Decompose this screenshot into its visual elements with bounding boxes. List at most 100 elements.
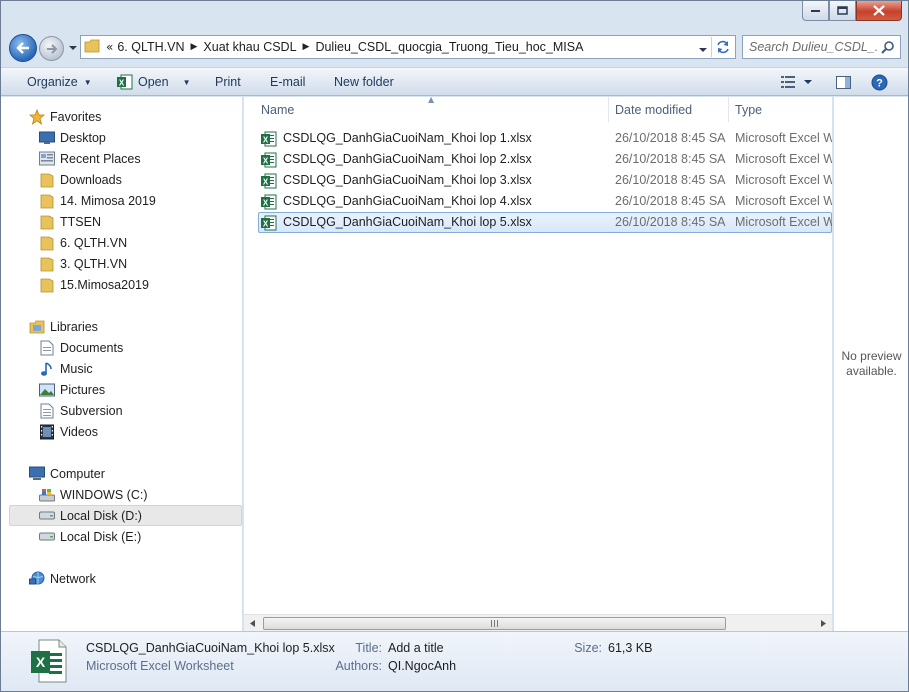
file-name: CSDLQG_DanhGiaCuoiNam_Khoi lop 1.xlsx [283,131,532,145]
nav-item-downloads[interactable]: Downloads [1,169,242,190]
file-date: 26/10/2018 8:45 SA [615,152,726,166]
close-button[interactable] [856,1,902,21]
column-divider[interactable] [608,97,609,122]
organize-label: Organize [27,75,78,89]
preview-pane-button[interactable] [833,72,853,92]
libraries-icon [29,319,45,335]
nav-drive-d[interactable]: Local Disk (D:) [9,505,242,526]
nav-item-ttsen[interactable]: TTSEN [1,211,242,232]
open-button[interactable]: X Open ▼ [117,68,191,96]
breadcrumb-overflow[interactable]: « [106,40,113,54]
nav-item-subversion[interactable]: Subversion [1,400,242,421]
address-bar[interactable]: « 6. QLTH.VN ▶ Xuat khau CSDL ▶ Dulieu_C… [80,35,736,59]
nav-item-videos[interactable]: Videos [1,421,242,442]
column-header-name[interactable]: Name [261,97,608,122]
nav-item-desktop[interactable]: Desktop [1,127,242,148]
breadcrumb-separator-icon[interactable]: ▶ [301,42,312,52]
details-file-kind: Microsoft Excel Worksheet [86,659,234,673]
email-button[interactable]: E-mail [270,68,305,96]
details-file-name: CSDLQG_DanhGiaCuoiNam_Khoi lop 5.xlsx [86,641,335,655]
chevron-down-icon[interactable]: ▼ [183,78,191,87]
nav-item-15-mimosa[interactable]: 15.Mimosa2019 [1,274,242,295]
nav-network[interactable]: Network [1,568,242,589]
organize-button[interactable]: Organize ▼ [27,68,92,96]
file-row[interactable]: X CSDLQG_DanhGiaCuoiNam_Khoi lop 2.xlsx … [258,149,832,170]
file-name: CSDLQG_DanhGiaCuoiNam_Khoi lop 5.xlsx [283,215,532,229]
subversion-icon [39,403,55,419]
nav-item-mimosa-2019[interactable]: 14. Mimosa 2019 [1,190,242,211]
minimize-button[interactable] [802,1,829,21]
refresh-button[interactable] [711,37,733,57]
breadcrumb-item[interactable]: 6. QLTH.VN [113,40,188,54]
recent-pages-dropdown[interactable] [67,41,79,55]
file-date: 26/10/2018 8:45 SA [615,215,726,229]
excel-file-icon: X [261,131,277,150]
open-label: Open [138,75,169,89]
chevron-down-icon [804,79,812,84]
column-divider[interactable] [728,97,729,122]
details-title-value[interactable]: Add a title [388,641,444,655]
change-view-button[interactable] [779,72,797,92]
search-input[interactable] [749,40,877,54]
breadcrumb-item[interactable]: Dulieu_CSDL_quocgia_Truong_Tieu_hoc_MISA [311,40,587,54]
nav-libraries[interactable]: Libraries [1,316,242,337]
breadcrumb-item[interactable]: Xuat khau CSDL [199,40,300,54]
nav-drive-e[interactable]: Local Disk (E:) [1,526,242,547]
minimize-icon [810,9,820,12]
horizontal-scrollbar[interactable] [244,614,832,631]
new-folder-button[interactable]: New folder [334,68,394,96]
file-type: Microsoft Excel W... [735,194,832,208]
address-dropdown-button[interactable] [699,42,707,56]
file-row[interactable]: X CSDLQG_DanhGiaCuoiNam_Khoi lop 3.xlsx … [258,170,832,191]
details-size-label: Size: [574,641,602,655]
scroll-right-button[interactable] [815,615,832,632]
no-preview-message: No preview available. [834,349,909,379]
nav-label: Recent Places [60,151,141,166]
search-box [742,35,901,59]
windows-drive-icon [39,487,55,503]
back-button[interactable] [9,34,37,62]
nav-label: 3. QLTH.VN [60,256,128,271]
nav-item-3-qlth[interactable]: 3. QLTH.VN [1,253,242,274]
details-authors-value[interactable]: QI.NgocAnh [388,659,456,673]
nav-label: Downloads [60,172,122,187]
column-header-type[interactable]: Type [735,97,832,122]
svg-text:X: X [263,220,269,229]
forward-button[interactable] [39,36,64,61]
view-options-dropdown[interactable] [801,72,815,92]
nav-item-pictures[interactable]: Pictures [1,379,242,400]
search-icon[interactable] [881,40,895,57]
file-row[interactable]: X CSDLQG_DanhGiaCuoiNam_Khoi lop 4.xlsx … [258,191,832,212]
new-folder-label: New folder [334,75,394,89]
no-preview-line: available. [846,364,897,378]
music-icon [39,361,55,377]
print-button[interactable]: Print [215,68,241,96]
help-button[interactable]: ? [869,72,889,92]
file-name: CSDLQG_DanhGiaCuoiNam_Khoi lop 4.xlsx [283,194,532,208]
desktop-icon [39,130,55,146]
nav-drive-c[interactable]: WINDOWS (C:) [1,484,242,505]
nav-favorites[interactable]: Favorites [1,106,242,127]
file-type: Microsoft Excel W... [735,152,832,166]
nav-computer[interactable]: Computer [1,463,242,484]
folder-icon [39,256,55,272]
file-row[interactable]: X CSDLQG_DanhGiaCuoiNam_Khoi lop 1.xlsx … [258,128,832,149]
svg-text:X: X [119,79,125,88]
arrow-right-icon [46,43,57,54]
column-header-date[interactable]: Date modified [615,97,728,122]
nav-item-6-qlth[interactable]: 6. QLTH.VN [1,232,242,253]
computer-icon [29,466,45,482]
nav-item-music[interactable]: Music [1,358,242,379]
maximize-button[interactable] [829,1,856,21]
excel-file-icon: X [261,194,277,213]
breadcrumb-separator-icon[interactable]: ▶ [189,42,200,52]
nav-item-recent-places[interactable]: Recent Places [1,148,242,169]
nav-label: Local Disk (D:) [60,508,142,523]
preview-pane-icon [835,75,851,89]
nav-item-documents[interactable]: Documents [1,337,242,358]
scroll-thumb[interactable] [263,617,726,630]
no-preview-line: No preview [841,349,902,363]
excel-icon: X [117,74,133,90]
file-row-selected[interactable]: X CSDLQG_DanhGiaCuoiNam_Khoi lop 5.xlsx … [258,212,832,233]
scroll-left-button[interactable] [244,615,261,632]
